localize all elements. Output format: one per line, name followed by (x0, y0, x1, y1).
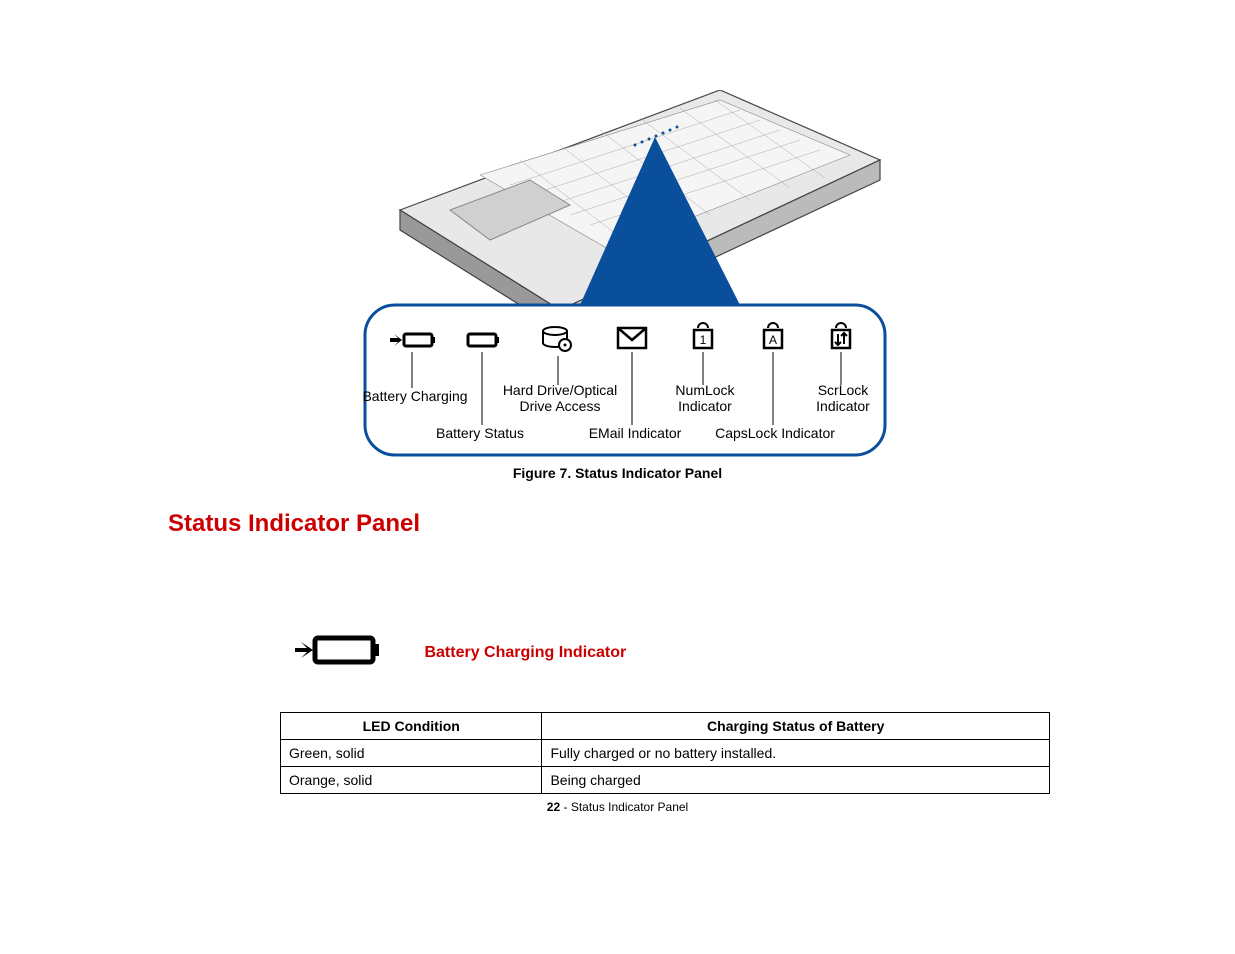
page: 1 A (0, 0, 1235, 954)
table-header-led: LED Condition (281, 713, 542, 740)
table-row: Orange, solid Being charged (281, 767, 1050, 794)
table-row: Green, solid Fully charged or no battery… (281, 740, 1050, 767)
subsection-title: Battery Charging Indicator (424, 644, 626, 662)
table-cell: Fully charged or no battery installed. (542, 740, 1050, 767)
table-cell: Orange, solid (281, 767, 542, 794)
led-condition-table: LED Condition Charging Status of Battery… (280, 712, 1050, 794)
svg-text:A: A (769, 333, 777, 347)
table-header-row: LED Condition Charging Status of Battery (281, 713, 1050, 740)
subsection-battery-charging: Battery Charging Indicator (295, 630, 626, 675)
footer-label: Status Indicator Panel (571, 800, 688, 814)
status-indicator-diagram: 1 A (360, 90, 890, 470)
callout-numlock: NumLock Indicator (660, 382, 750, 414)
callout-email: EMail Indicator (575, 425, 695, 441)
page-number: 22 (547, 800, 560, 814)
callout-battery-charging: Battery Charging (355, 388, 475, 404)
table-cell: Being charged (542, 767, 1050, 794)
callout-battery-status: Battery Status (420, 425, 540, 441)
table-header-status: Charging Status of Battery (542, 713, 1050, 740)
footer-sep: - (560, 800, 571, 814)
callout-hard-drive: Hard Drive/Optical Drive Access (495, 382, 625, 414)
svg-text:1: 1 (700, 333, 707, 347)
page-footer: 22 - Status Indicator Panel (0, 800, 1235, 814)
figure-caption: Figure 7. Status Indicator Panel (0, 465, 1235, 481)
callout-capslock: CapsLock Indicator (705, 425, 845, 441)
table-cell: Green, solid (281, 740, 542, 767)
callout-scrlock: ScrLock Indicator (798, 382, 888, 414)
battery-charging-large-icon (295, 630, 385, 675)
section-title: Status Indicator Panel (168, 510, 420, 538)
